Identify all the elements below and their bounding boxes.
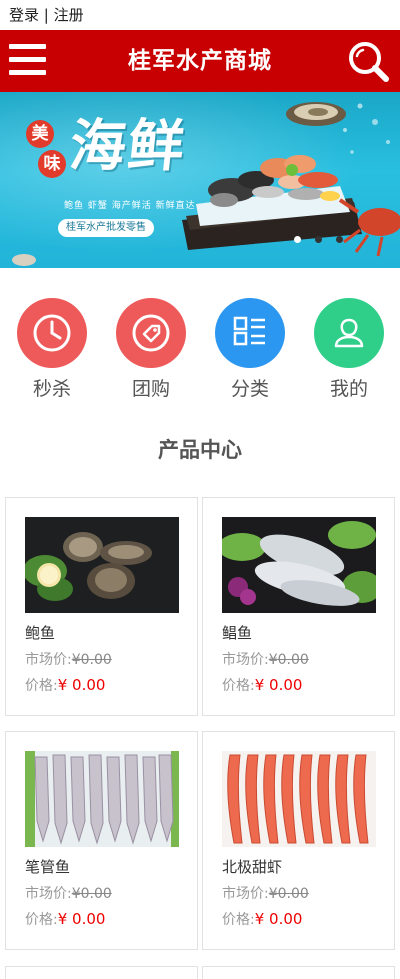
banner-dot-2[interactable] (315, 236, 322, 243)
product-name: 鲍鱼 (25, 624, 56, 642)
site-header: 桂军水产商城 (0, 30, 400, 92)
login-link[interactable]: 登录 (9, 6, 39, 24)
banner-pill: 桂军水产批发零售 (58, 219, 154, 237)
product-image-abalone (25, 517, 179, 613)
product-image-pomfret (222, 517, 376, 613)
register-link[interactable]: 注册 (54, 6, 84, 24)
banner-dot-3[interactable] (336, 236, 343, 243)
product-image-squid (25, 751, 179, 847)
banner-headline: 海鲜 (66, 113, 190, 179)
product-price: 价格:¥ 0.00 (25, 910, 106, 928)
product-image-sweet-shrimp (222, 751, 376, 847)
product-name: 笔管鱼 (25, 858, 71, 876)
product-card[interactable]: 鲍鱼 市场价:¥0.00 价格:¥ 0.00 (5, 497, 198, 716)
banner-badge-wei: 味 (38, 150, 66, 178)
clock-icon (17, 298, 87, 368)
product-price: 价格:¥ 0.00 (222, 910, 303, 928)
section-title: 产品中心 (158, 438, 242, 462)
product-name: 鲳鱼 (222, 624, 253, 642)
product-market-price: 市场价:¥0.00 (25, 886, 112, 902)
quick-nav-label: 团购 (131, 378, 170, 400)
product-market-price: 市场价:¥0.00 (222, 886, 309, 902)
quick-nav-flash-sale[interactable]: 秒杀 (17, 298, 87, 400)
tag-icon (116, 298, 186, 368)
login-separator: | (43, 6, 49, 24)
quick-nav: 秒杀 团购 分类 我的 (0, 268, 400, 400)
banner-tagline: 鲍鱼 虾蟹 海产鲜活 新鲜直达 (64, 201, 196, 211)
product-price: 价格:¥ 0.00 (25, 676, 106, 694)
search-icon[interactable] (346, 39, 392, 85)
banner-badge-mei: 美 (26, 120, 54, 148)
promo-banner[interactable]: 美 味 海鲜 鲍鱼 虾蟹 海产鲜活 新鲜直达 桂军水产批发零售 (0, 92, 400, 268)
product-market-price: 市场价:¥0.00 (222, 652, 309, 668)
product-card[interactable]: 鲳鱼 市场价:¥0.00 价格:¥ 0.00 (202, 497, 395, 716)
quick-nav-group-buy[interactable]: 团购 (116, 298, 186, 400)
hamburger-menu-icon[interactable] (9, 43, 46, 77)
quick-nav-category[interactable]: 分类 (215, 298, 285, 400)
product-card[interactable]: 笔管鱼 市场价:¥0.00 价格:¥ 0.00 (5, 731, 198, 950)
product-card[interactable] (5, 966, 198, 979)
product-card[interactable] (202, 966, 395, 979)
product-name: 北极甜虾 (222, 858, 283, 876)
login-bar: 登录 | 注册 (0, 0, 400, 30)
user-icon (314, 298, 384, 368)
site-title: 桂军水产商城 (128, 48, 272, 74)
quick-nav-label: 分类 (230, 378, 269, 400)
quick-nav-label: 我的 (329, 378, 368, 400)
quick-nav-label: 秒杀 (32, 378, 71, 400)
banner-dot-1[interactable] (294, 236, 301, 243)
product-market-price: 市场价:¥0.00 (25, 652, 112, 668)
category-list-icon (215, 298, 285, 368)
product-card[interactable]: 北极甜虾 市场价:¥0.00 价格:¥ 0.00 (202, 731, 395, 950)
product-price: 价格:¥ 0.00 (222, 676, 303, 694)
quick-nav-profile[interactable]: 我的 (314, 298, 384, 400)
